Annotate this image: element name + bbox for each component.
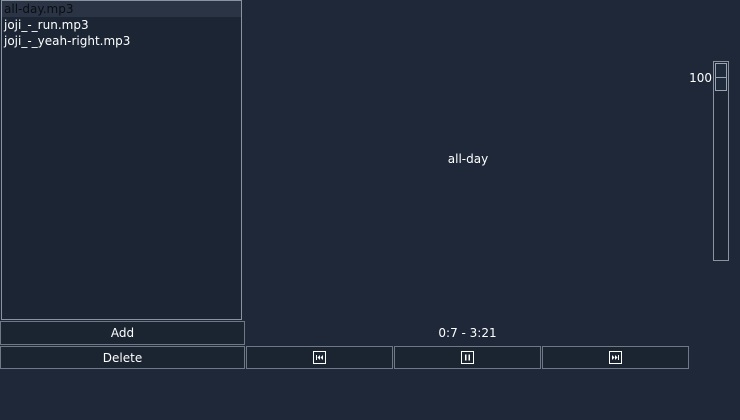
volume-slider[interactable] (713, 61, 729, 261)
playback-time: 0:7 - 3:21 (438, 326, 497, 340)
add-button[interactable]: Add (0, 321, 245, 345)
previous-button[interactable] (246, 346, 393, 369)
delete-button[interactable]: Delete (0, 346, 245, 369)
next-button[interactable] (542, 346, 689, 369)
playlist[interactable]: all-day.mp3 joji_-_run.mp3 joji_-_yeah-r… (1, 0, 242, 320)
skip-previous-icon (313, 351, 326, 364)
pause-button[interactable] (394, 346, 541, 369)
volume-value: 100 (689, 71, 712, 85)
volume-slider-handle[interactable] (715, 63, 727, 91)
pause-icon (461, 351, 474, 364)
playlist-item[interactable]: joji_-_run.mp3 (2, 17, 241, 33)
playlist-item[interactable]: all-day.mp3 (2, 1, 241, 17)
skip-next-icon (609, 351, 622, 364)
playlist-item[interactable]: joji_-_yeah-right.mp3 (2, 33, 241, 49)
now-playing-title: all-day (447, 152, 489, 166)
